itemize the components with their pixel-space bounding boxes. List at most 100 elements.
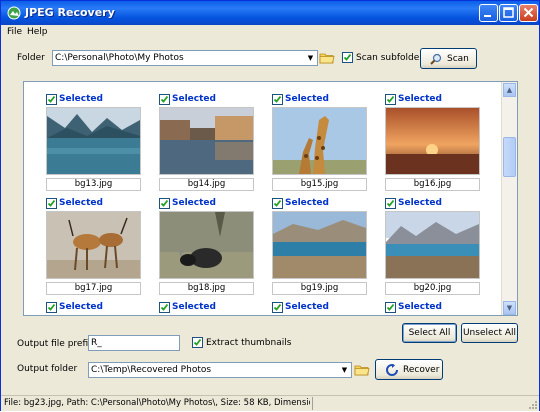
- scan-subfolder-label: Scan subfolder: [356, 53, 423, 63]
- tile-header: Selected: [46, 94, 141, 106]
- tile-select-checkbox[interactable]: [272, 198, 283, 209]
- tile-select-checkbox[interactable]: [272, 94, 283, 105]
- recover-arrow-icon: [385, 363, 399, 379]
- tile-header: Selected: [46, 198, 141, 210]
- thumbnail-image[interactable]: [46, 211, 141, 279]
- unselect-all-button[interactable]: Unselect All: [461, 323, 518, 343]
- title-bar[interactable]: JPEG Recovery: [1, 1, 539, 25]
- scrollbar-thumb[interactable]: [503, 137, 516, 177]
- output-prefix-input[interactable]: R_: [88, 335, 180, 351]
- scan-button[interactable]: Scan: [420, 48, 477, 69]
- tile-select-checkbox[interactable]: [272, 302, 283, 313]
- chevron-down-icon[interactable]: ▼: [339, 364, 350, 376]
- browse-folder-icon[interactable]: [319, 51, 335, 65]
- chevron-down-icon[interactable]: ▼: [305, 52, 316, 64]
- thumbnail-filename: bg16.jpg: [385, 178, 480, 191]
- tile-header: Selected: [385, 198, 480, 210]
- tile-selected-label: Selected: [59, 94, 103, 104]
- tile-header: Selected: [272, 198, 367, 210]
- folder-path-combo[interactable]: C:\Personal\Photo\My Photos ▼: [52, 50, 318, 66]
- scroll-up-arrow-icon[interactable]: ▲: [503, 83, 516, 97]
- tile-selected-label: Selected: [398, 302, 442, 312]
- tile-header: Selected: [272, 94, 367, 106]
- output-prefix-label: Output file prefix: [17, 339, 94, 349]
- output-folder-label: Output folder: [17, 364, 78, 374]
- tile-selected-label: Selected: [59, 198, 103, 208]
- tile-header: Selected: [159, 94, 254, 106]
- tile-selected-label: Selected: [398, 94, 442, 104]
- maximize-button[interactable]: [499, 4, 518, 22]
- thumbnail-image[interactable]: [272, 315, 367, 316]
- output-prefix-value: R_: [91, 338, 102, 348]
- folder-label: Folder: [17, 53, 45, 63]
- thumbnail-image[interactable]: [159, 107, 254, 175]
- tile-selected-label: Selected: [59, 302, 103, 312]
- thumbnail-filename: bg15.jpg: [272, 178, 367, 191]
- thumbnail-image[interactable]: [159, 315, 254, 316]
- status-bar: File: bg23.jpg, Path: C:\Personal\Photo\…: [1, 395, 539, 411]
- tile-header: Selected: [385, 94, 480, 106]
- thumbnail-filename: bg19.jpg: [272, 282, 367, 295]
- resize-grip-icon[interactable]: [527, 399, 537, 409]
- thumbnail-filename: bg20.jpg: [385, 282, 480, 295]
- tile-select-checkbox[interactable]: [46, 198, 57, 209]
- thumbnail-image[interactable]: [385, 315, 480, 316]
- extract-thumbnails-checkbox[interactable]: [192, 337, 203, 348]
- tile-selected-label: Selected: [172, 198, 216, 208]
- app-logo-icon: [7, 6, 21, 20]
- thumbnail-filename: bg17.jpg: [46, 282, 141, 295]
- thumbnail-filename: bg13.jpg: [46, 178, 141, 191]
- scroll-down-arrow-icon[interactable]: ▼: [503, 301, 516, 315]
- thumbnail-image[interactable]: [46, 315, 141, 316]
- thumbnail-filename: bg18.jpg: [159, 282, 254, 295]
- output-folder-combo[interactable]: C:\Temp\Recovered Photos ▼: [88, 362, 352, 378]
- thumbnail-image[interactable]: [385, 107, 480, 175]
- tile-selected-label: Selected: [285, 94, 329, 104]
- tile-selected-label: Selected: [285, 198, 329, 208]
- tile-selected-label: Selected: [398, 198, 442, 208]
- tile-select-checkbox[interactable]: [159, 94, 170, 105]
- tile-select-checkbox[interactable]: [46, 302, 57, 313]
- tile-header: Selected: [385, 302, 480, 314]
- tile-header: Selected: [46, 302, 141, 314]
- thumbnail-image[interactable]: [159, 211, 254, 279]
- tile-selected-label: Selected: [172, 302, 216, 312]
- search-icon: [430, 53, 442, 68]
- menu-bar: File Help: [1, 25, 539, 41]
- tile-selected-label: Selected: [285, 302, 329, 312]
- menu-file[interactable]: File: [7, 27, 22, 37]
- status-text: File: bg23.jpg, Path: C:\Personal\Photo\…: [4, 398, 310, 408]
- tile-select-checkbox[interactable]: [46, 94, 57, 105]
- tile-selected-label: Selected: [172, 94, 216, 104]
- thumbnail-image[interactable]: [46, 107, 141, 175]
- vertical-scrollbar[interactable]: ▲ ▼: [501, 82, 517, 315]
- tile-select-checkbox[interactable]: [159, 198, 170, 209]
- tile-select-checkbox[interactable]: [385, 198, 396, 209]
- window-title: JPEG Recovery: [25, 6, 115, 19]
- minimize-button[interactable]: [479, 4, 498, 22]
- browse-output-folder-icon[interactable]: [354, 363, 370, 377]
- thumbnail-filename: bg14.jpg: [159, 178, 254, 191]
- tile-header: Selected: [272, 302, 367, 314]
- thumbnail-panel[interactable]: Selected bg13.jpg Selected bg14.jpg Selected…: [23, 81, 518, 316]
- scan-subfolder-checkbox[interactable]: [342, 52, 353, 63]
- thumbnail-image[interactable]: [272, 107, 367, 175]
- close-button[interactable]: [519, 4, 538, 22]
- recover-button[interactable]: Recover: [375, 359, 443, 380]
- tile-header: Selected: [159, 302, 254, 314]
- tile-header: Selected: [159, 198, 254, 210]
- scan-button-label: Scan: [447, 54, 469, 64]
- thumbnail-image[interactable]: [385, 211, 480, 279]
- select-all-label: Select All: [408, 328, 451, 338]
- tile-select-checkbox[interactable]: [385, 94, 396, 105]
- tile-select-checkbox[interactable]: [385, 302, 396, 313]
- unselect-all-label: Unselect All: [462, 328, 517, 338]
- status-separator: [312, 397, 313, 410]
- folder-path-value: C:\Personal\Photo\My Photos: [55, 53, 184, 63]
- recover-button-label: Recover: [403, 365, 440, 375]
- extract-thumbnails-label: Extract thumbnails: [206, 338, 292, 348]
- select-all-button[interactable]: Select All: [402, 323, 457, 343]
- tile-select-checkbox[interactable]: [159, 302, 170, 313]
- menu-help[interactable]: Help: [27, 27, 48, 37]
- thumbnail-image[interactable]: [272, 211, 367, 279]
